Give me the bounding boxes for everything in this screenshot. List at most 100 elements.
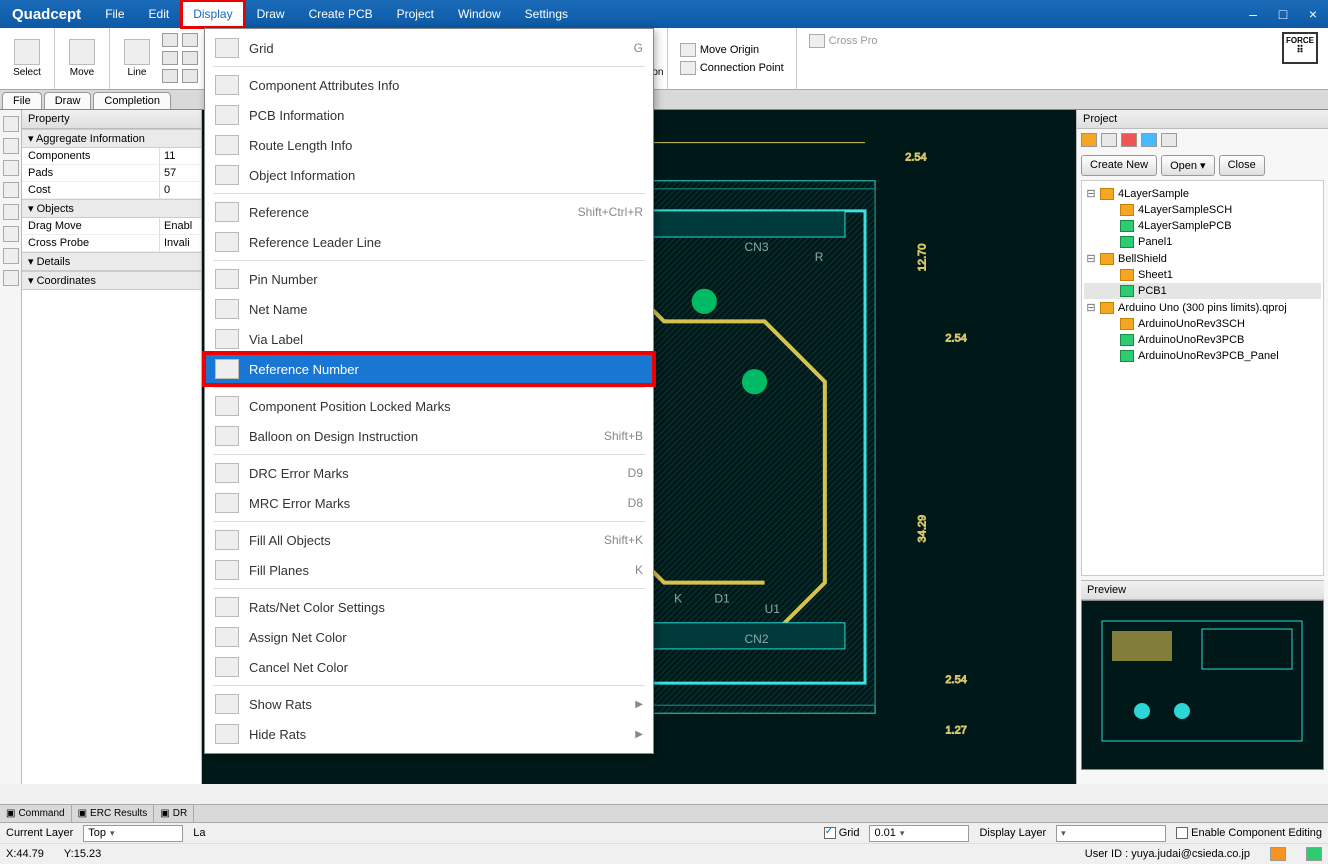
menu-create-pcb[interactable]: Create PCB xyxy=(297,0,385,28)
lt-btn[interactable] xyxy=(3,270,19,286)
tab-completion[interactable]: Completion xyxy=(93,92,171,109)
proj-icon-btn[interactable] xyxy=(1101,133,1117,147)
menu-item-drc-error-marks[interactable]: DRC Error MarksD9 xyxy=(205,458,653,488)
force-button[interactable]: FORCE⠿ xyxy=(1282,32,1318,64)
menu-item-rats-net-color-settings[interactable]: Rats/Net Color Settings xyxy=(205,592,653,622)
tree-node[interactable]: PCB1 xyxy=(1084,283,1321,299)
tab-command[interactable]: ▣ Command xyxy=(0,805,72,822)
menu-item-fill-planes[interactable]: Fill PlanesK xyxy=(205,555,653,585)
menu-display[interactable]: Display xyxy=(181,0,244,28)
menu-item-show-rats[interactable]: Show Rats▶ xyxy=(205,689,653,719)
menu-item-balloon-on-design-instruction[interactable]: Balloon on Design InstructionShift+B xyxy=(205,421,653,451)
shape-tool[interactable] xyxy=(182,33,198,47)
project-tree[interactable]: ⊟4LayerSample4LayerSampleSCH4LayerSample… xyxy=(1081,180,1324,576)
create-new-button[interactable]: Create New xyxy=(1081,155,1157,176)
open-button[interactable]: Open ▾ xyxy=(1161,155,1215,176)
shape-tool[interactable] xyxy=(182,69,198,83)
tree-node[interactable]: ArduinoUnoRev3PCB_Panel xyxy=(1084,348,1321,364)
menu-item-cancel-net-color[interactable]: Cancel Net Color xyxy=(205,652,653,682)
tree-node[interactable]: Sheet1 xyxy=(1084,267,1321,283)
grid-checkbox[interactable] xyxy=(824,827,836,839)
maximize-button[interactable]: □ xyxy=(1268,0,1298,28)
crosspro-tool[interactable]: Cross Pro xyxy=(803,32,884,50)
coord-y: Y:15.23 xyxy=(64,848,101,860)
svg-text:34.29: 34.29 xyxy=(916,515,928,543)
property-panel-title: Property xyxy=(22,110,201,129)
enable-edit-checkbox[interactable] xyxy=(1176,827,1188,839)
lt-btn[interactable] xyxy=(3,248,19,264)
menu-draw[interactable]: Draw xyxy=(245,0,297,28)
menu-item-reference-number[interactable]: Reference Number xyxy=(205,354,653,384)
menu-item-label: Grid xyxy=(249,41,274,56)
tree-node[interactable]: ⊟4LayerSample xyxy=(1084,185,1321,202)
menu-item-net-name[interactable]: Net Name xyxy=(205,294,653,324)
menu-item-object-information[interactable]: Object Information xyxy=(205,160,653,190)
menu-edit[interactable]: Edit xyxy=(137,0,182,28)
tree-node[interactable]: ArduinoUnoRev3PCB xyxy=(1084,332,1321,348)
connection-point-tool[interactable]: Connection Point xyxy=(674,59,790,77)
tree-node[interactable]: ⊟BellShield xyxy=(1084,250,1321,267)
property-section[interactable]: ▾ Objects xyxy=(22,199,201,218)
proj-icon-btn[interactable] xyxy=(1121,133,1137,147)
menu-item-component-position-locked-marks[interactable]: Component Position Locked Marks xyxy=(205,391,653,421)
shape-tool[interactable] xyxy=(162,51,178,65)
lt-btn[interactable] xyxy=(3,138,19,154)
tab-erc[interactable]: ▣ ERC Results xyxy=(72,805,155,822)
property-panel: Property ▾ Aggregate InformationComponen… xyxy=(22,110,202,784)
submenu-arrow-icon: ▶ xyxy=(635,699,643,710)
status-icon[interactable] xyxy=(1270,847,1286,861)
menu-item-route-length-info[interactable]: Route Length Info xyxy=(205,130,653,160)
menu-item-mrc-error-marks[interactable]: MRC Error MarksD8 xyxy=(205,488,653,518)
tree-node[interactable]: 4LayerSampleSCH xyxy=(1084,202,1321,218)
menu-file[interactable]: File xyxy=(93,0,136,28)
move-origin-tool[interactable]: Move Origin xyxy=(674,41,790,59)
proj-icon-btn[interactable] xyxy=(1141,133,1157,147)
minimize-button[interactable]: – xyxy=(1238,0,1268,28)
menu-item-component-attributes-info[interactable]: Component Attributes Info xyxy=(205,70,653,100)
tree-node[interactable]: ⊟Arduino Uno (300 pins limits).qproj xyxy=(1084,299,1321,316)
tree-node[interactable]: Panel1 xyxy=(1084,234,1321,250)
lt-btn[interactable] xyxy=(3,182,19,198)
menu-item-reference-leader-line[interactable]: Reference Leader Line xyxy=(205,227,653,257)
menu-item-pcb-information[interactable]: PCB Information xyxy=(205,100,653,130)
shape-tool[interactable] xyxy=(182,51,198,65)
menu-item-hide-rats[interactable]: Hide Rats▶ xyxy=(205,719,653,749)
line-tool[interactable]: Line xyxy=(116,32,158,85)
tab-drc[interactable]: ▣ DR xyxy=(154,805,194,822)
tree-node[interactable]: 4LayerSamplePCB xyxy=(1084,218,1321,234)
menu-item-icon xyxy=(215,530,239,550)
menu-item-reference[interactable]: ReferenceShift+Ctrl+R xyxy=(205,197,653,227)
lt-btn[interactable] xyxy=(3,116,19,132)
close-button[interactable]: × xyxy=(1298,0,1328,28)
menu-window[interactable]: Window xyxy=(446,0,513,28)
property-section[interactable]: ▾ Aggregate Information xyxy=(22,129,201,148)
shape-tool[interactable] xyxy=(162,33,178,47)
menu-item-via-label[interactable]: Via Label xyxy=(205,324,653,354)
select-tool[interactable]: Select xyxy=(6,32,48,85)
menu-item-grid[interactable]: GridG xyxy=(205,33,653,63)
origin-icon xyxy=(680,43,696,57)
property-section[interactable]: ▾ Details xyxy=(22,252,201,271)
shape-tool[interactable] xyxy=(162,69,178,83)
menu-item-assign-net-color[interactable]: Assign Net Color xyxy=(205,622,653,652)
menu-item-pin-number[interactable]: Pin Number xyxy=(205,264,653,294)
layer-select[interactable]: Top xyxy=(83,825,183,842)
tab-draw[interactable]: Draw xyxy=(44,92,92,109)
lt-btn[interactable] xyxy=(3,204,19,220)
menu-project[interactable]: Project xyxy=(385,0,446,28)
property-section[interactable]: ▾ Coordinates xyxy=(22,271,201,290)
grid-value[interactable]: 0.01 xyxy=(869,825,969,842)
close-project-button[interactable]: Close xyxy=(1219,155,1265,176)
proj-icon-btn[interactable] xyxy=(1081,133,1097,147)
proj-icon-btn[interactable] xyxy=(1161,133,1177,147)
menu-item-fill-all-objects[interactable]: Fill All ObjectsShift+K xyxy=(205,525,653,555)
tree-node[interactable]: ArduinoUnoRev3SCH xyxy=(1084,316,1321,332)
displaylayer-select[interactable] xyxy=(1056,825,1166,842)
menu-settings[interactable]: Settings xyxy=(513,0,580,28)
lt-btn[interactable] xyxy=(3,160,19,176)
menu-item-label: PCB Information xyxy=(249,108,344,123)
tab-file[interactable]: File xyxy=(2,92,42,109)
status-icon[interactable] xyxy=(1306,847,1322,861)
move-tool[interactable]: Move xyxy=(61,32,103,85)
lt-btn[interactable] xyxy=(3,226,19,242)
